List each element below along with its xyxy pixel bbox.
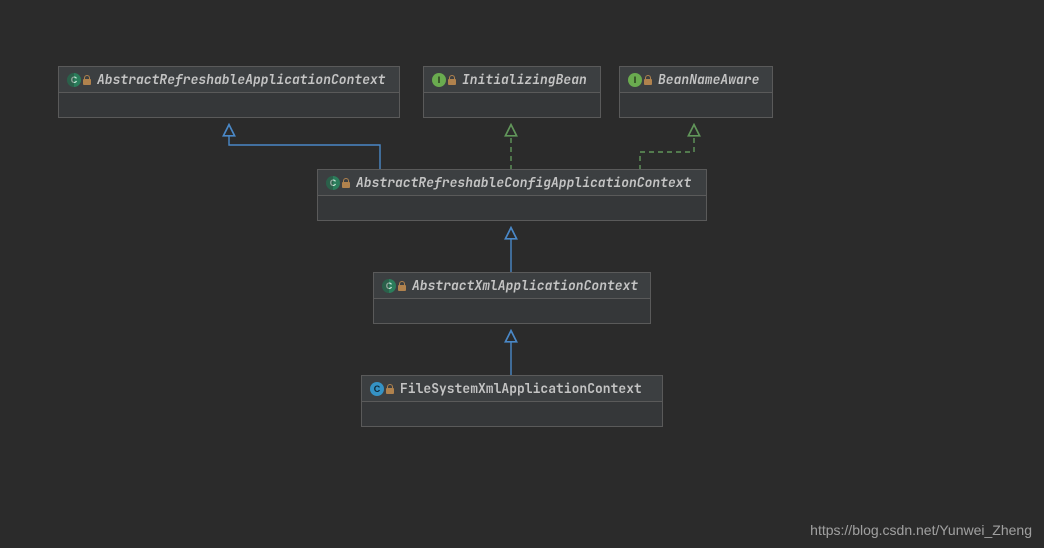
edge-n4-n1 — [229, 126, 380, 170]
lock-icon — [398, 281, 406, 291]
lock-icon — [386, 384, 394, 394]
class-icon: C — [370, 382, 384, 396]
node-body — [620, 93, 772, 117]
class-node-file-system-xml-application-context[interactable]: C FileSystemXmlApplicationContext — [361, 375, 663, 427]
class-name: AbstractXmlApplicationContext — [412, 277, 638, 294]
edge-n4-n3 — [640, 126, 694, 170]
interface-icon: I — [628, 73, 642, 87]
lock-icon — [342, 178, 350, 188]
node-body — [318, 196, 706, 220]
class-name: BeanNameAware — [658, 71, 759, 88]
abstract-class-icon: C — [67, 73, 81, 87]
node-header: C AbstractRefreshableConfigApplicationCo… — [318, 170, 706, 196]
node-header: C FileSystemXmlApplicationContext — [362, 376, 662, 402]
interface-node-bean-name-aware[interactable]: I BeanNameAware — [619, 66, 773, 118]
node-header: I BeanNameAware — [620, 67, 772, 93]
class-name: AbstractRefreshableApplicationContext — [97, 71, 386, 88]
class-node-abstract-xml-application-context[interactable]: C AbstractXmlApplicationContext — [373, 272, 651, 324]
abstract-class-icon: C — [326, 176, 340, 190]
abstract-class-icon: C — [382, 279, 396, 293]
interface-icon: I — [432, 73, 446, 87]
class-node-abstract-refreshable-config-application-context[interactable]: C AbstractRefreshableConfigApplicationCo… — [317, 169, 707, 221]
class-name: FileSystemXmlApplicationContext — [400, 380, 642, 397]
class-name: InitializingBean — [462, 71, 587, 88]
node-body — [59, 93, 399, 117]
node-body — [374, 299, 650, 323]
interface-node-initializing-bean[interactable]: I InitializingBean — [423, 66, 601, 118]
lock-icon — [644, 75, 652, 85]
class-node-abstract-refreshable-application-context[interactable]: C AbstractRefreshableApplicationContext — [58, 66, 400, 118]
lock-icon — [83, 75, 91, 85]
node-header: C AbstractXmlApplicationContext — [374, 273, 650, 299]
node-header: I InitializingBean — [424, 67, 600, 93]
class-name: AbstractRefreshableConfigApplicationCont… — [356, 174, 691, 191]
node-body — [362, 402, 662, 426]
node-header: C AbstractRefreshableApplicationContext — [59, 67, 399, 93]
node-body — [424, 93, 600, 117]
lock-icon — [448, 75, 456, 85]
watermark-text: https://blog.csdn.net/Yunwei_Zheng — [810, 522, 1032, 538]
